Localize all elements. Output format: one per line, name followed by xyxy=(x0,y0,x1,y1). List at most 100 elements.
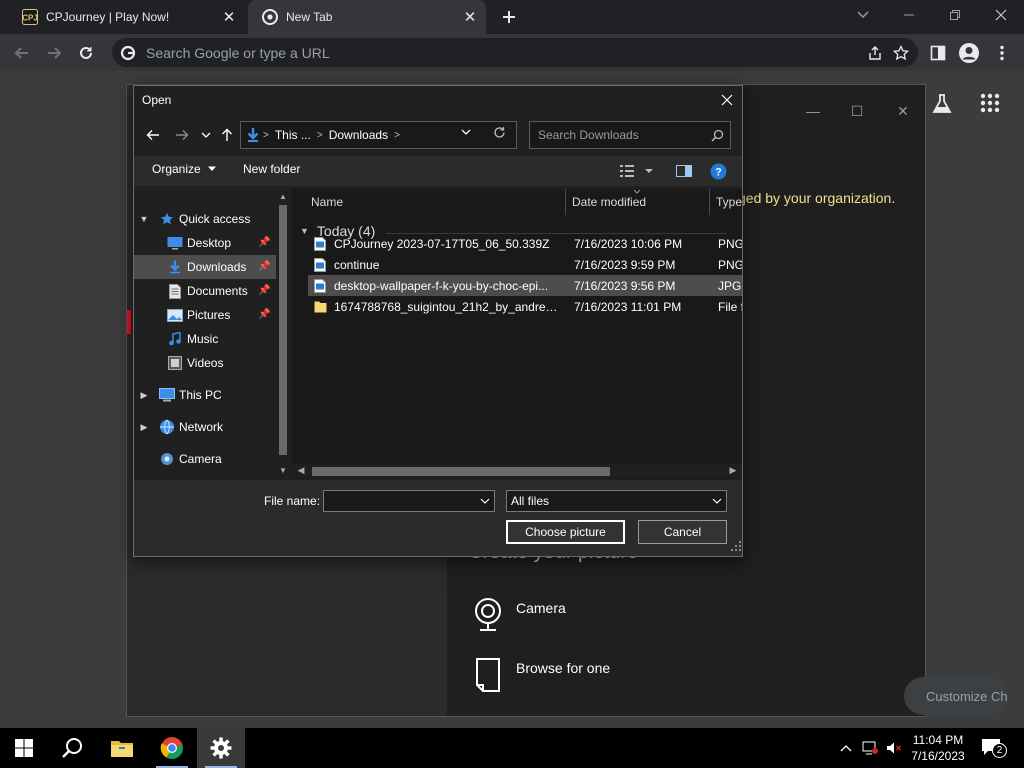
column-divider[interactable] xyxy=(709,189,710,215)
preview-pane-button[interactable] xyxy=(676,162,692,180)
dialog-forward-button[interactable] xyxy=(171,124,193,146)
nav-item-music[interactable]: Music xyxy=(134,327,276,351)
nav-item-camera[interactable]: Camera xyxy=(134,447,276,471)
choose-picture-button[interactable]: Choose picture xyxy=(506,520,625,544)
google-icon xyxy=(120,45,136,60)
bg-maximize-icon: ☐ xyxy=(850,103,864,119)
file-row[interactable]: CPJourney 2023-07-17T05_06_50.339Z 7/16/2… xyxy=(308,233,742,254)
file-name-combobox[interactable] xyxy=(323,490,495,512)
action-center-button[interactable]: 2 xyxy=(980,736,1008,760)
omnibox-input[interactable] xyxy=(146,44,862,61)
breadcrumb-downloads[interactable]: Downloads xyxy=(329,128,388,142)
chevron-down-icon xyxy=(712,498,722,504)
collapsed-chevron-icon[interactable]: ▶ xyxy=(138,422,150,433)
tab-close-icon[interactable]: ✕ xyxy=(219,7,239,27)
tab-cpjourney[interactable]: CPJ CPJourney | Play Now! ✕ xyxy=(8,0,245,34)
chevron-down-icon[interactable] xyxy=(479,495,491,507)
star-icon xyxy=(158,210,176,228)
managed-by-org-notice[interactable]: ged by your organization. xyxy=(738,190,895,206)
close-window-button[interactable] xyxy=(978,0,1024,30)
reload-button[interactable] xyxy=(72,39,100,67)
nav-item-pictures[interactable]: Pictures 📌 xyxy=(134,303,276,327)
file-name-input[interactable] xyxy=(328,493,476,509)
scroll-down-icon[interactable]: ▼ xyxy=(278,466,288,476)
nav-item-quick-access[interactable]: ▼ Quick access xyxy=(134,207,276,231)
column-divider[interactable] xyxy=(565,189,566,215)
chrome-menu-button[interactable] xyxy=(988,39,1016,67)
dialog-back-button[interactable] xyxy=(142,124,164,146)
scrollbar-thumb[interactable] xyxy=(279,205,287,455)
file-name: CPJourney 2023-07-17T05_06_50.339Z xyxy=(334,236,550,251)
tab-new-tab[interactable]: New Tab ✕ xyxy=(248,0,486,34)
minimize-button[interactable] xyxy=(886,0,932,30)
resize-grip-icon[interactable] xyxy=(731,541,741,551)
dialog-search-box[interactable] xyxy=(529,121,731,149)
labs-flask-icon[interactable] xyxy=(931,93,953,115)
dialog-recent-locations-button[interactable] xyxy=(195,124,217,146)
bookmark-button[interactable] xyxy=(888,40,914,66)
volume-tray-button[interactable] xyxy=(886,740,902,756)
dialog-close-button[interactable] xyxy=(716,89,738,111)
file-list-horizontal-scrollbar[interactable]: ◀ ▶ xyxy=(292,464,742,478)
start-button[interactable] xyxy=(0,728,48,768)
breadcrumb-this-pc[interactable]: This ... xyxy=(275,128,311,142)
close-icon xyxy=(721,94,733,106)
organize-button[interactable]: Organize xyxy=(152,162,217,176)
nav-item-videos[interactable]: Videos xyxy=(134,351,276,375)
google-apps-icon[interactable] xyxy=(980,93,1000,113)
change-view-button[interactable] xyxy=(620,162,656,180)
tab-close-icon[interactable]: ✕ xyxy=(460,7,480,27)
nav-item-downloads[interactable]: Downloads 📌 xyxy=(134,255,276,279)
nav-item-desktop[interactable]: Desktop 📌 xyxy=(134,231,276,255)
nav-item-documents[interactable]: Documents 📌 xyxy=(134,279,276,303)
back-button[interactable] xyxy=(8,39,36,67)
nav-item-this-pc[interactable]: ▶ This PC xyxy=(134,383,276,407)
navigation-pane-scrollbar[interactable]: ▲ ▼ xyxy=(276,189,290,479)
nav-item-network[interactable]: ▶ Network xyxy=(134,415,276,439)
arrow-right-icon xyxy=(176,130,189,140)
expanded-chevron-icon[interactable]: ▼ xyxy=(138,214,150,224)
chrome-taskbar-button[interactable] xyxy=(148,728,196,768)
forward-button[interactable] xyxy=(40,39,68,67)
new-tab-button[interactable] xyxy=(497,5,521,29)
customize-chrome-label: Customize Chrome xyxy=(926,688,1008,704)
address-dropdown-button[interactable] xyxy=(456,123,476,141)
file-row[interactable]: desktop-wallpaper-f-k-you-by-choc-epi...… xyxy=(308,275,742,296)
file-row[interactable]: 1674788768_suigintou_21h2_by_andrea_37 7/… xyxy=(308,296,742,317)
scrollbar-thumb[interactable] xyxy=(312,467,610,476)
search-button[interactable] xyxy=(48,728,96,768)
scroll-left-icon[interactable]: ◀ xyxy=(295,465,307,477)
taskbar-clock[interactable]: 11:04 PM 7/16/2023 xyxy=(906,732,970,764)
help-button[interactable]: ? xyxy=(710,162,727,180)
restore-button[interactable] xyxy=(932,0,978,30)
refresh-button[interactable] xyxy=(489,123,509,141)
dialog-search-input[interactable] xyxy=(538,128,711,142)
omnibox[interactable] xyxy=(112,38,918,67)
camera-option[interactable]: Camera xyxy=(472,597,566,633)
arrow-up-icon xyxy=(222,128,232,141)
profile-button[interactable] xyxy=(955,39,983,67)
collapsed-chevron-icon[interactable]: ▶ xyxy=(138,390,150,401)
scroll-up-icon[interactable]: ▲ xyxy=(278,192,288,202)
share-button[interactable] xyxy=(862,40,888,66)
network-tray-button[interactable] xyxy=(862,740,878,756)
browse-option[interactable]: Browse for one xyxy=(472,657,610,693)
file-row[interactable]: continue 7/16/2023 9:59 PM PNG xyxy=(308,254,742,275)
tab-search-button[interactable] xyxy=(840,0,886,30)
file-type-select[interactable]: All files xyxy=(506,490,727,512)
column-header-name[interactable]: Name xyxy=(311,189,343,215)
cancel-button[interactable]: Cancel xyxy=(638,520,727,544)
side-panel-button[interactable] xyxy=(924,39,952,67)
new-folder-button[interactable]: New folder xyxy=(243,162,300,176)
file-explorer-button[interactable] xyxy=(98,728,146,768)
caret-down-icon xyxy=(207,166,216,171)
settings-taskbar-button[interactable] xyxy=(197,728,245,768)
column-header-type[interactable]: Type xyxy=(716,189,742,215)
file-list: Name Date modified Type ▼ Today (4) CPJo… xyxy=(292,189,742,479)
dialog-up-button[interactable] xyxy=(216,124,238,146)
show-hidden-icons-button[interactable] xyxy=(838,740,854,756)
customize-chrome-button[interactable]: Customize Chrome xyxy=(904,677,1008,715)
scroll-right-icon[interactable]: ▶ xyxy=(727,465,739,477)
choose-picture-label: Choose picture xyxy=(525,525,606,539)
details-view-icon xyxy=(620,165,653,177)
